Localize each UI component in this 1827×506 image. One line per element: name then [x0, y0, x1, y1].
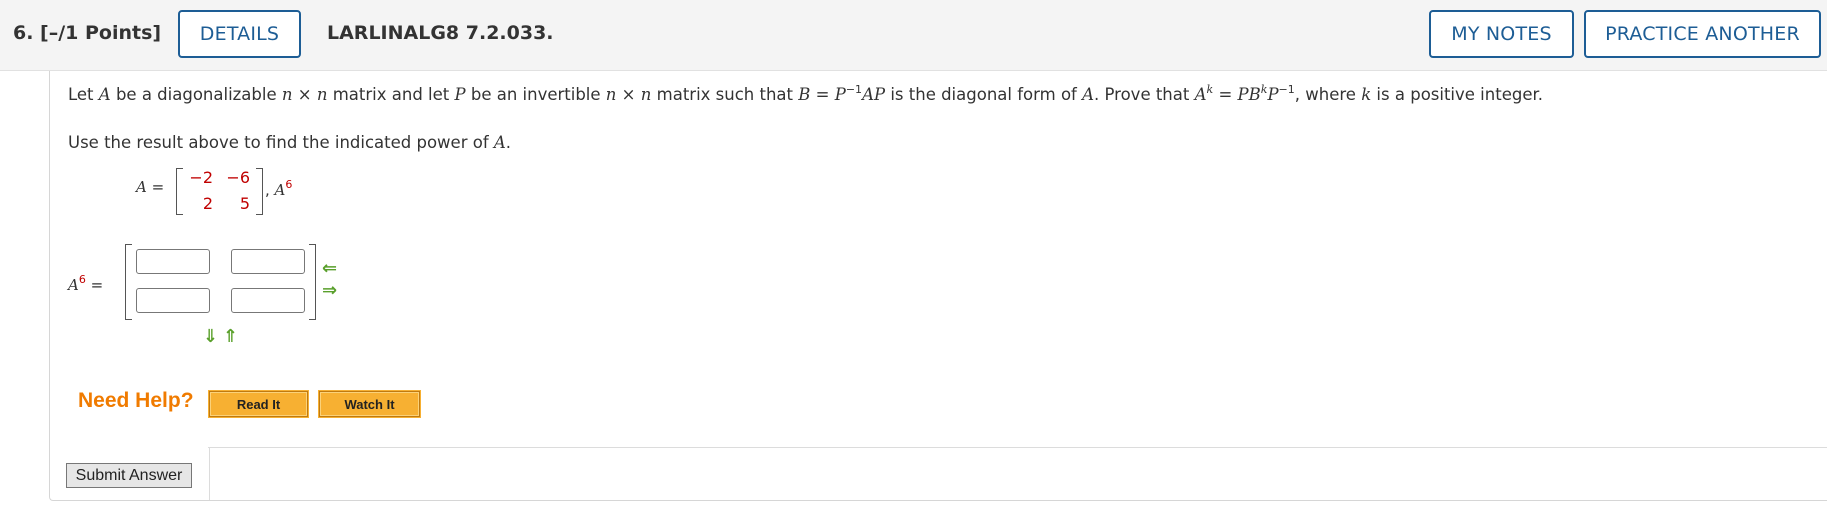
- instruction-text: Use the result above to find the indicat…: [68, 133, 512, 152]
- divider: [208, 447, 1827, 448]
- answer-input-r2c2[interactable]: [231, 288, 305, 313]
- matrix-right-bracket: [256, 168, 263, 215]
- need-help-label: Need Help?: [78, 389, 194, 412]
- practice-another-button[interactable]: PRACTICE ANOTHER: [1584, 10, 1821, 58]
- read-it-button[interactable]: Read It: [208, 390, 309, 418]
- details-button[interactable]: DETAILS: [178, 10, 301, 58]
- assignment-id: LARLINALG8 7.2.033.: [327, 22, 554, 44]
- matrix-cell: 2: [202, 194, 213, 213]
- matrix-left-bracket: [176, 168, 183, 215]
- answer-label: A6 =: [68, 273, 104, 294]
- remove-row-arrow-icon[interactable]: ⇑: [223, 328, 238, 346]
- my-notes-button[interactable]: MY NOTES: [1429, 10, 1574, 58]
- problem-statement: Let A be a diagonalizable n × n matrix a…: [68, 83, 1543, 104]
- answer-right-bracket: [309, 244, 316, 320]
- matrix-label: A =: [136, 178, 165, 196]
- answer-left-bracket: [125, 244, 132, 320]
- matrix-cell: −6: [226, 168, 250, 187]
- answer-input-r1c2[interactable]: [231, 249, 305, 274]
- submit-answer-button[interactable]: Submit Answer: [66, 463, 192, 488]
- add-column-arrow-icon[interactable]: ⇒: [322, 282, 337, 300]
- matrix-cell: −2: [189, 168, 213, 187]
- question-header: 6. [–/1 Points] DETAILS LARLINALG8 7.2.0…: [0, 0, 1827, 71]
- answer-input-r1c1[interactable]: [136, 249, 210, 274]
- question-points: 6. [–/1 Points]: [13, 22, 162, 44]
- remove-column-arrow-icon[interactable]: ⇐: [322, 260, 337, 278]
- matrix-cell: 5: [239, 194, 250, 213]
- add-row-arrow-icon[interactable]: ⇓: [203, 328, 218, 346]
- answer-input-r2c1[interactable]: [136, 288, 210, 313]
- watch-it-button[interactable]: Watch It: [318, 390, 421, 418]
- power-label: , A6: [265, 178, 293, 199]
